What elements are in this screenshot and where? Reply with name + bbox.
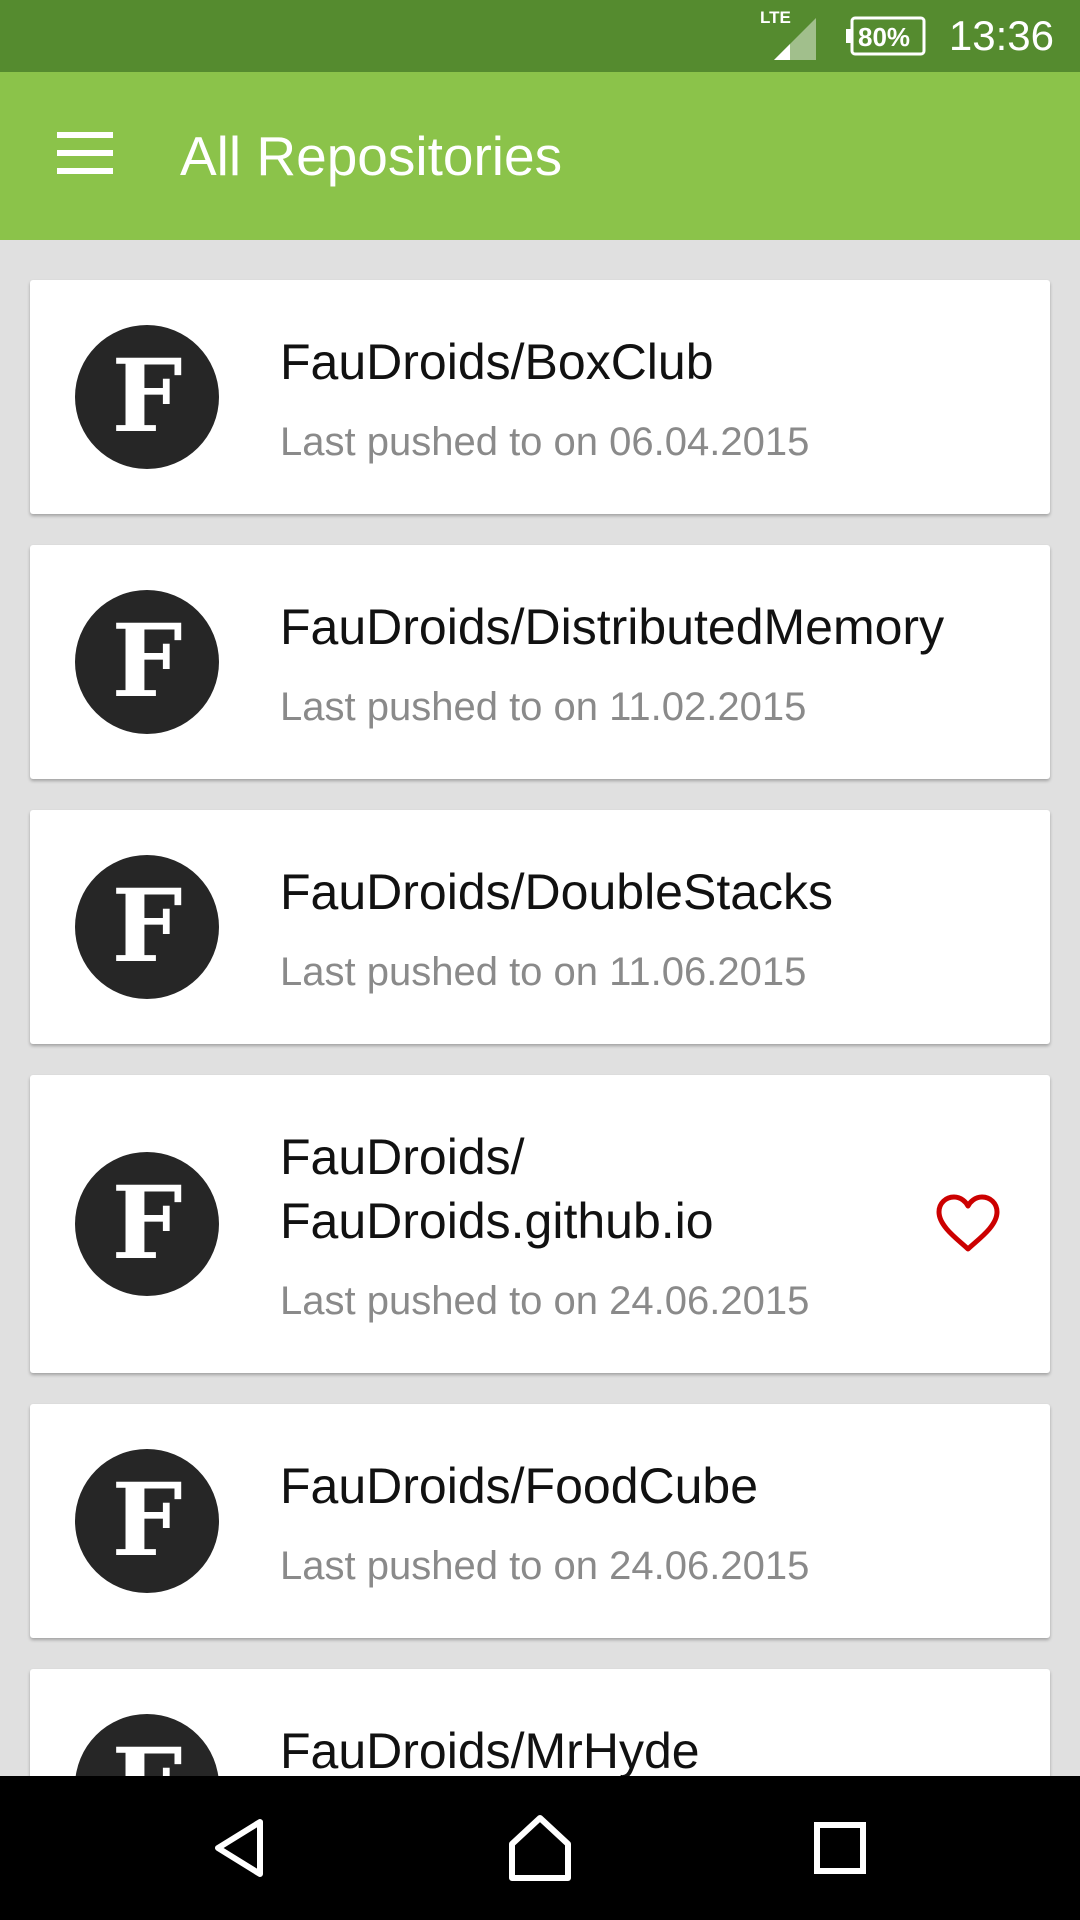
home-icon[interactable]: [490, 1798, 590, 1898]
back-icon[interactable]: [190, 1798, 290, 1898]
clock: 13:36: [948, 12, 1054, 59]
repository-name: FauDroids/ FauDroids.github.io: [280, 1125, 1040, 1253]
hamburger-menu-icon[interactable]: [40, 108, 130, 198]
avatar: F: [75, 325, 219, 469]
signal-icon: [774, 18, 816, 60]
repository-card[interactable]: F FauDroids/MrHyde: [30, 1669, 1050, 1776]
avatar: F: [75, 590, 219, 734]
heart-icon[interactable]: [936, 1194, 1000, 1254]
last-pushed-date: Last pushed to on 06.04.2015: [280, 420, 810, 464]
repository-card[interactable]: F FauDroids/DoubleStacks Last pushed to …: [30, 810, 1050, 1044]
repository-card[interactable]: F FauDroids/FoodCube Last pushed to on 2…: [30, 1404, 1050, 1638]
svg-text:F: F: [112, 1461, 183, 1579]
page-title: All Repositories: [180, 125, 563, 187]
last-pushed-date: Last pushed to on 11.06.2015: [280, 950, 807, 994]
avatar: F: [75, 855, 219, 999]
svg-text:F: F: [112, 1164, 183, 1282]
status-bar: LTE 80% 13:36: [0, 0, 1080, 72]
svg-text:F: F: [112, 602, 183, 720]
repository-card[interactable]: F FauDroids/DistributedMemory Last pushe…: [30, 545, 1050, 779]
battery-level: 80%: [858, 22, 911, 52]
last-pushed-date: Last pushed to on 24.06.2015: [280, 1279, 810, 1323]
svg-text:F: F: [112, 337, 183, 455]
repository-name: FauDroids/FoodCube: [280, 1458, 759, 1514]
svg-text:F: F: [112, 867, 183, 985]
last-pushed-date: Last pushed to on 24.06.2015: [280, 1544, 810, 1588]
navigation-bar: [0, 1776, 1080, 1920]
repository-card[interactable]: F FauDroids/ FauDroids.github.io Last pu…: [30, 1075, 1050, 1373]
repository-name: FauDroids/DoubleStacks: [280, 864, 834, 920]
repository-name-line-2: FauDroids.github.io: [280, 1193, 714, 1249]
recents-icon[interactable]: [790, 1798, 890, 1898]
avatar: F: [75, 1449, 219, 1593]
repository-name: FauDroids/MrHyde: [280, 1723, 700, 1776]
repository-name: FauDroids/DistributedMemory: [280, 599, 945, 655]
repository-card[interactable]: F FauDroids/BoxClub Last pushed to on 06…: [30, 280, 1050, 514]
svg-text:F: F: [112, 1726, 183, 1776]
last-pushed-date: Last pushed to on 11.02.2015: [280, 685, 807, 729]
repository-name-line-1: FauDroids/: [280, 1129, 525, 1185]
avatar: F: [75, 1152, 219, 1296]
repository-list[interactable]: F FauDroids/BoxClub Last pushed to on 06…: [0, 240, 1080, 1776]
avatar: F: [75, 1714, 219, 1776]
repository-name: FauDroids/BoxClub: [280, 334, 714, 390]
